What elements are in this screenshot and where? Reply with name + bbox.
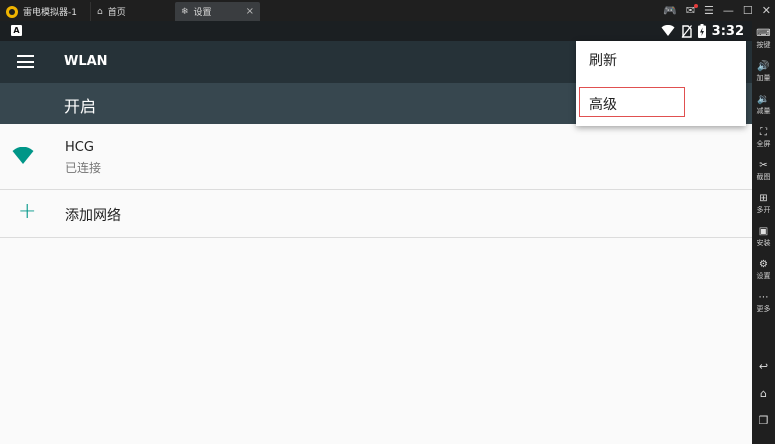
status-indicators: 3:32 <box>661 21 744 41</box>
add-icon: + <box>18 199 37 224</box>
sidebar-label: 按键 <box>756 41 771 49</box>
multi-window-icon: ⊞ <box>759 193 768 204</box>
network-status: 已连接 <box>65 161 102 175</box>
sidebar-volume-down-button[interactable]: 🔉 减量 <box>752 93 775 123</box>
network-name: HCG <box>65 140 94 155</box>
tab-home[interactable]: ⌂ 首页 <box>90 2 174 21</box>
sidebar-label: 加量 <box>756 74 771 82</box>
sidebar-more-button[interactable]: ⋯ 更多 <box>752 291 775 321</box>
scissors-icon: ✂ <box>759 160 768 171</box>
tab-app-label: 雷电模拟器-1 <box>23 8 77 18</box>
settings-gear-icon: ❄ <box>181 6 189 17</box>
sidebar-label: 更多 <box>756 305 771 313</box>
recent-apps-icon[interactable]: ❐ <box>752 414 775 434</box>
maximize-icon[interactable]: ☐ <box>743 4 753 17</box>
notification-a-icon: A <box>11 25 22 36</box>
menu-item-refresh[interactable]: 刷新 <box>576 41 746 81</box>
gear-icon: ⚙ <box>759 259 768 270</box>
wifi-network-row[interactable]: HCG 已连接 <box>0 124 752 190</box>
close-window-icon[interactable]: ✕ <box>762 4 771 17</box>
sidebar-label: 多开 <box>756 206 771 214</box>
switch-label: 开启 <box>64 97 97 116</box>
emulator-title-bar: 雷电模拟器-1 ⌂ 首页 ❄ 设置 × 🎮 ✉ ☰ — ☐ ✕ <box>0 0 775 21</box>
volume-up-icon: 🔊 <box>757 61 770 72</box>
no-sim-icon <box>681 24 692 38</box>
tab-close-icon[interactable]: × <box>246 6 254 17</box>
page-title: WLAN <box>64 54 108 69</box>
emulator-sidebar: ⌨ 按键 🔊 加量 🔉 减量 ⛶ 全屏 ✂ 截图 ⊞ 多开 ▣ 安装 ⚙ 设置 … <box>752 21 775 444</box>
back-icon[interactable]: ↩ <box>752 360 775 380</box>
volume-down-icon: 🔉 <box>757 94 770 105</box>
emulator-logo-icon <box>6 5 18 18</box>
sidebar-screenshot-button[interactable]: ✂ 截图 <box>752 159 775 189</box>
sidebar-fullscreen-button[interactable]: ⛶ 全屏 <box>752 126 775 156</box>
apk-icon: ▣ <box>758 226 769 237</box>
minimize-icon[interactable]: — <box>723 4 734 17</box>
overflow-menu: 刷新 高级 <box>576 41 746 126</box>
sidebar-label: 设置 <box>756 272 771 280</box>
keyboard-icon: ⌨ <box>756 28 771 39</box>
sidebar-label: 全屏 <box>756 140 771 148</box>
menu-item-advanced[interactable]: 高级 <box>576 85 746 125</box>
home-icon: ⌂ <box>97 6 103 17</box>
mail-icon[interactable]: ✉ <box>686 4 699 17</box>
wifi-network-icon <box>12 147 34 164</box>
home-nav-icon[interactable]: ⌂ <box>752 387 775 407</box>
more-icon: ⋯ <box>758 292 769 303</box>
sidebar-settings-button[interactable]: ⚙ 设置 <box>752 258 775 288</box>
menu-icon[interactable]: ☰ <box>704 4 714 17</box>
hamburger-menu-icon[interactable] <box>17 55 34 68</box>
tab-home-label: 首页 <box>107 8 126 18</box>
sidebar-label: 截图 <box>756 173 771 181</box>
add-network-row[interactable]: + 添加网络 <box>0 190 752 238</box>
sidebar-install-button[interactable]: ▣ 安装 <box>752 225 775 255</box>
add-network-label: 添加网络 <box>65 208 121 224</box>
status-time: 3:32 <box>711 23 744 39</box>
wifi-signal-icon <box>661 25 675 36</box>
tab-settings[interactable]: ❄ 设置 × <box>175 2 260 21</box>
sidebar-volume-up-button[interactable]: 🔊 加量 <box>752 60 775 90</box>
wifi-list: HCG 已连接 + 添加网络 <box>0 124 752 444</box>
gamepad-icon[interactable]: 🎮 <box>663 4 677 17</box>
sidebar-multi-instance-button[interactable]: ⊞ 多开 <box>752 192 775 222</box>
sidebar-keymap-button[interactable]: ⌨ 按键 <box>752 27 775 57</box>
tab-app[interactable]: 雷电模拟器-1 <box>0 2 88 21</box>
window-controls: 🎮 ✉ ☰ — ☐ ✕ <box>663 0 771 21</box>
sidebar-label: 减量 <box>756 107 771 115</box>
battery-charging-icon <box>697 24 706 38</box>
sidebar-label: 安装 <box>756 239 771 247</box>
android-status-bar: A 3:32 <box>0 21 752 41</box>
fullscreen-icon: ⛶ <box>760 127 767 138</box>
tab-settings-label: 设置 <box>193 8 212 18</box>
